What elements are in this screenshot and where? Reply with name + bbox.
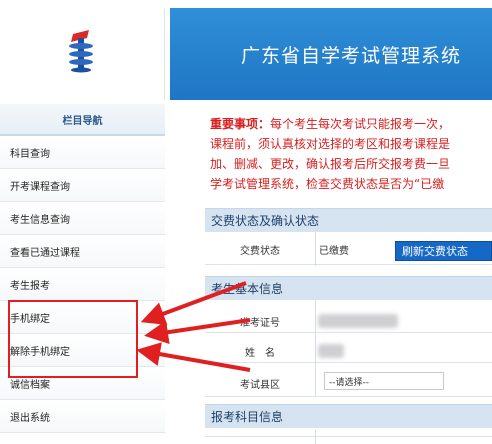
row-divider (205, 436, 492, 437)
sidebar-item-logout[interactable]: 退出系统 (0, 400, 165, 433)
column-divider (315, 232, 316, 266)
payment-section-header: 交费状态及确认状态 (205, 208, 492, 232)
subjects-section-header: 报考科目信息 (205, 404, 492, 428)
sidebar: 栏目导航 科目查询 开考课程查询 考生信息查询 查看已通过课程 考生报考 手机绑… (0, 104, 165, 444)
header-banner: 广东省自学考试管理系统 (170, 8, 492, 100)
sidebar-item-subject-query[interactable]: 科目查询 (0, 136, 165, 169)
row-divider (205, 396, 492, 397)
page-title: 广东省自学考试管理系统 (240, 44, 461, 67)
notice-line-1: 每个考生每次考试只能报考一次， (270, 117, 451, 131)
main-content: 重要事项：每个考生每次考试只能报考一次， 课程前，须认真核对选择的考区和报考课程… (170, 104, 492, 444)
name-label: 姓 名 (245, 347, 275, 359)
name-redacted (318, 344, 344, 358)
row-divider (205, 264, 492, 265)
logo-area (0, 8, 165, 100)
important-notice: 重要事项：每个考生每次考试只能报考一次， 课程前，须认真核对选择的考区和报考课程… (210, 114, 492, 194)
notice-line-4: 学考试管理系统，检查交费状态是否为“已缴 (210, 177, 445, 191)
admission-number-label: 准考证号 (240, 317, 280, 329)
exam-logo-icon (65, 28, 99, 80)
sidebar-item-course-query[interactable]: 开考课程查询 (0, 169, 165, 202)
payment-status-label: 交费状态 (240, 245, 280, 257)
notice-line-3: 加、删减、更改，确认报考后所交报考费一旦 (210, 157, 451, 171)
row-divider (205, 362, 492, 363)
column-divider (315, 430, 316, 444)
notice-prefix: 重要事项： (210, 117, 271, 131)
sidebar-heading: 栏目导航 (0, 104, 165, 136)
sidebar-item-registration[interactable]: 考生报考 (0, 268, 165, 301)
sidebar-item-passed-courses[interactable]: 查看已通过课程 (0, 235, 165, 268)
refresh-payment-button[interactable]: 刷新交费状态 (395, 241, 492, 261)
basic-info-header: 考生基本信息 (205, 276, 492, 300)
admission-number-redacted (318, 314, 398, 328)
row-divider (205, 332, 492, 333)
highlight-frame (8, 300, 138, 378)
payment-status-value: 已缴费 (319, 245, 349, 257)
notice-line-2: 课程前，须认真核对选择的考区和报考课程是 (210, 137, 451, 151)
sidebar-item-student-info[interactable]: 考生信息查询 (0, 202, 165, 235)
top-strip (0, 0, 492, 8)
district-select[interactable]: --请选择-- (324, 372, 444, 390)
district-label: 考试县区 (240, 379, 280, 391)
column-divider (315, 300, 316, 396)
